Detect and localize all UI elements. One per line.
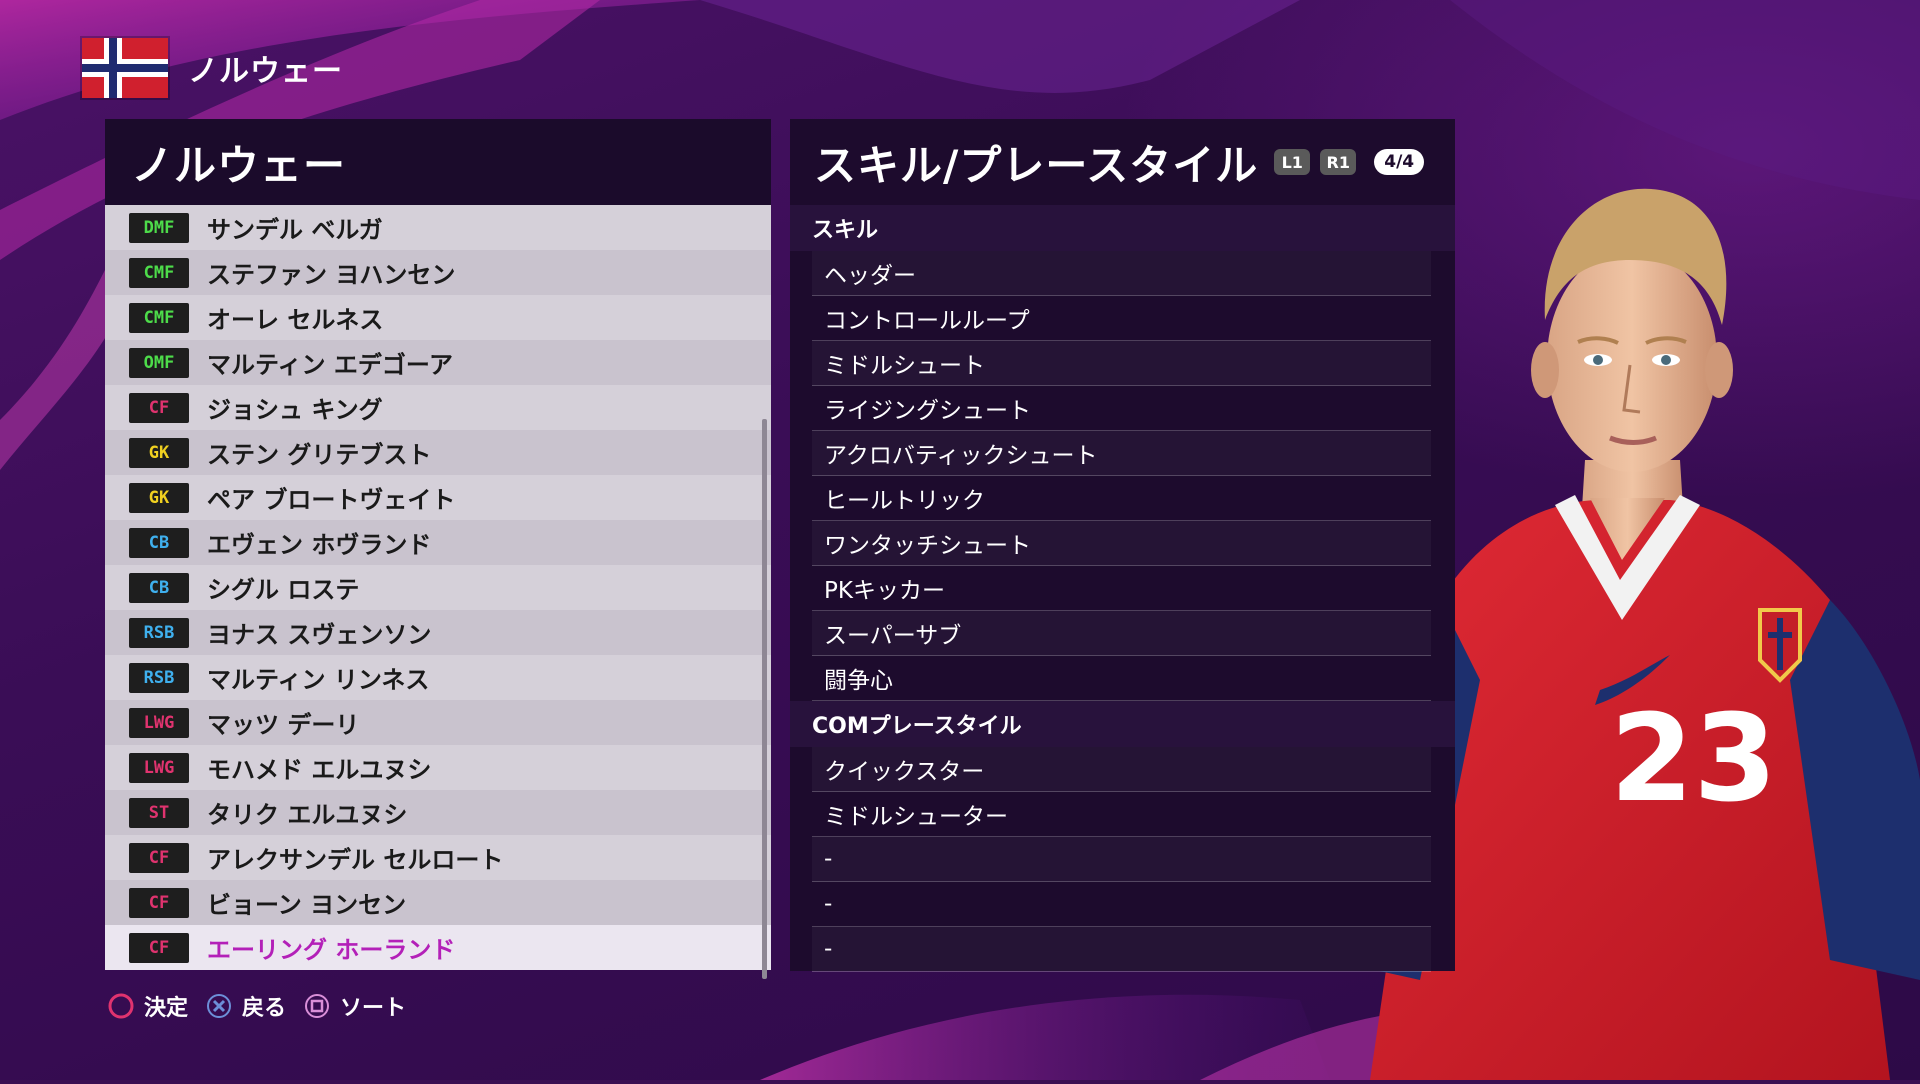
cross-button-icon — [206, 993, 232, 1019]
country-title: ノルウェー — [188, 54, 343, 89]
skills-panel: スキル/プレースタイル L1 R1 4/4 スキル ヘッダー コントロールループミ… — [790, 119, 1455, 972]
confirm-label: 決定 — [144, 996, 189, 1021]
player-row[interactable]: OMF マルティン エデゴーア — [105, 340, 771, 385]
com-playstyle-item: - — [812, 837, 1431, 882]
back-button[interactable]: 戻る — [206, 990, 286, 1022]
skills-list: ヘッダー コントロールループ ミドルシュート ライジングシュート アクロバティックシュー… — [790, 251, 1455, 701]
skills-section-heading: スキル — [790, 205, 1455, 251]
skill-item: PKキッカー — [812, 566, 1431, 611]
circle-button-icon — [108, 993, 134, 1019]
team-panel-title: ノルウェー — [105, 119, 771, 205]
shirt-number: 23 — [1610, 690, 1777, 829]
back-label: 戻る — [242, 996, 287, 1021]
player-name: オーレ セルネス — [207, 306, 384, 334]
footer-controls: 決定 戻る ソート — [108, 990, 424, 1022]
position-badge: LWG — [129, 752, 189, 783]
player-row[interactable]: RSB ヨナス スヴェンソン — [105, 610, 771, 655]
player-row[interactable]: RSB マルティン リンネス — [105, 655, 771, 700]
player-name: タリク エルユヌシ — [207, 801, 408, 829]
com-playstyle-list: クイックスター ミドルシューター - - - — [790, 747, 1455, 972]
player-name: ビョーン ヨンセン — [207, 891, 407, 919]
player-name: シグル ロステ — [207, 576, 360, 604]
com-playstyle-item: クイックスター — [812, 747, 1431, 792]
player-row[interactable]: ST タリク エルユヌシ — [105, 790, 771, 835]
player-name: ジョシュ キング — [207, 396, 383, 424]
position-badge: CMF — [129, 257, 189, 288]
position-badge: CF — [129, 842, 189, 873]
player-name: アレクサンデル セルロート — [207, 846, 504, 874]
player-row[interactable]: CMF オーレ セルネス — [105, 295, 771, 340]
player-name: エーリング ホーランド — [207, 936, 456, 964]
skill-item: ヘッダー — [812, 251, 1431, 296]
sort-label: ソート — [340, 996, 407, 1021]
skills-panel-header: スキル/プレースタイル L1 R1 4/4 — [790, 119, 1455, 205]
position-badge: ST — [129, 797, 189, 828]
position-badge: CF — [129, 887, 189, 918]
skills-panel-title: スキル/プレースタイル — [814, 140, 1259, 190]
player-row[interactable]: CF ビョーン ヨンセン — [105, 880, 771, 925]
square-button-icon — [304, 993, 330, 1019]
position-badge: LWG — [129, 707, 189, 738]
norway-flag-icon — [82, 38, 168, 98]
player-name: ステン グリテブスト — [207, 441, 432, 469]
skill-item: ライジングシュート — [812, 386, 1431, 431]
sort-button[interactable]: ソート — [304, 990, 406, 1022]
position-badge: OMF — [129, 347, 189, 378]
skill-item: スーパーサブ — [812, 611, 1431, 656]
player-row[interactable]: CMF ステファン ヨハンセン — [105, 250, 771, 295]
skill-item: ミドルシュート — [812, 341, 1431, 386]
position-badge: GK — [129, 482, 189, 513]
position-badge: CMF — [129, 302, 189, 333]
player-name: ステファン ヨハンセン — [207, 261, 456, 289]
player-name: エヴェン ホヴランド — [207, 531, 432, 559]
skill-item: ヒールトリック — [812, 476, 1431, 521]
skill-item: コントロールループ — [812, 296, 1431, 341]
com-playstyle-item: - — [812, 882, 1431, 927]
player-name: ヨナス スヴェンソン — [207, 621, 432, 649]
r1-button[interactable]: R1 — [1320, 149, 1357, 175]
confirm-button[interactable]: 決定 — [108, 990, 188, 1022]
player-name: ペア ブロートヴェイト — [207, 486, 456, 514]
player-list-scrollbar[interactable] — [762, 419, 767, 979]
l1-button[interactable]: L1 — [1274, 149, 1311, 175]
skill-item: 闘争心 — [812, 656, 1431, 701]
team-roster-panel: ノルウェー DMF サンデル ベルガ CMF ステファン ヨハンセン CMF オーレ セル… — [105, 119, 771, 979]
player-name: サンデル ベルガ — [207, 216, 383, 244]
player-name: マルティン リンネス — [207, 666, 430, 694]
player-row[interactable]: LWG モハメド エルユヌシ — [105, 745, 771, 790]
com-playstyle-item: ミドルシューター — [812, 792, 1431, 837]
player-list: DMF サンデル ベルガ CMF ステファン ヨハンセン CMF オーレ セルネス OMF マ… — [105, 205, 771, 971]
position-badge: CF — [129, 932, 189, 963]
position-badge: GK — [129, 437, 189, 468]
skill-item: ワンタッチシュート — [812, 521, 1431, 566]
player-row[interactable]: CB シグル ロステ — [105, 565, 771, 610]
player-row[interactable]: CB エヴェン ホヴランド — [105, 520, 771, 565]
position-badge: CB — [129, 527, 189, 558]
header: ノルウェー — [82, 38, 343, 98]
player-row[interactable]: CF アレクサンデル セルロート — [105, 835, 771, 880]
skill-item: アクロバティックシュート — [812, 431, 1431, 476]
position-badge: RSB — [129, 617, 189, 648]
player-name: モハメド エルユヌシ — [207, 756, 432, 784]
player-name: マルティン エデゴーア — [207, 351, 453, 379]
player-row[interactable]: CF エーリング ホーランド — [105, 925, 771, 970]
position-badge: RSB — [129, 662, 189, 693]
position-badge: CF — [129, 392, 189, 423]
player-row[interactable]: DMF サンデル ベルガ — [105, 205, 771, 250]
player-name: マッツ デーリ — [207, 711, 360, 739]
page-indicator: 4/4 — [1374, 149, 1425, 175]
player-row[interactable]: GK ステン グリテブスト — [105, 430, 771, 475]
position-badge: CB — [129, 572, 189, 603]
position-badge: DMF — [129, 212, 189, 243]
player-row[interactable]: CF ジョシュ キング — [105, 385, 771, 430]
player-row[interactable]: LWG マッツ デーリ — [105, 700, 771, 745]
com-playstyle-item: - — [812, 927, 1431, 972]
player-row[interactable]: GK ペア ブロートヴェイト — [105, 475, 771, 520]
com-playstyle-heading: COMプレースタイル — [790, 701, 1455, 747]
